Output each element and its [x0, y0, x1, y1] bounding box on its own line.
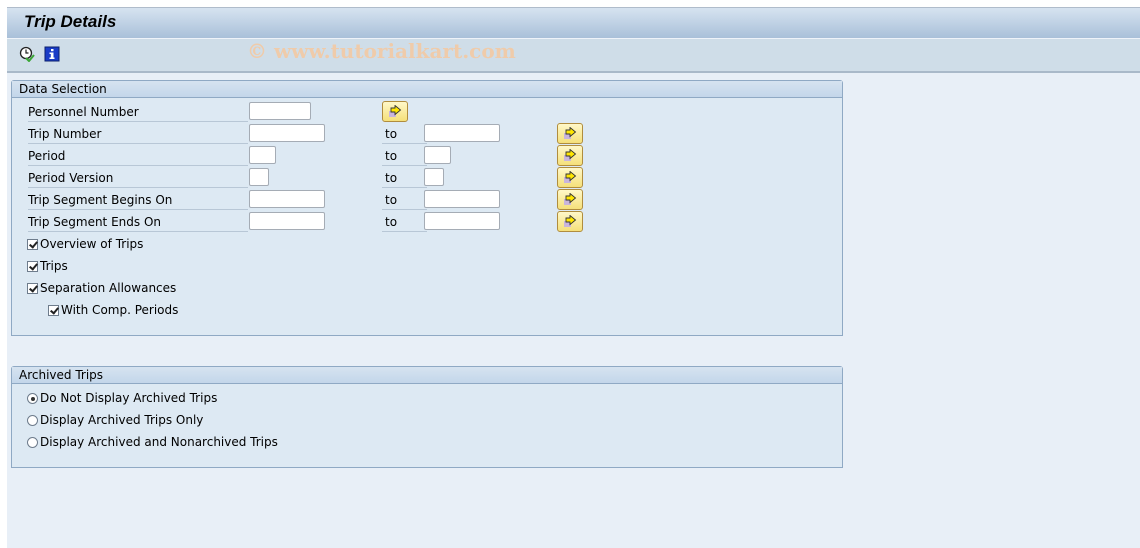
segment-begins-from-input[interactable] [249, 190, 325, 208]
radio-selected-icon[interactable] [27, 393, 38, 404]
to-label: to [382, 169, 427, 188]
period-to-input[interactable] [424, 146, 451, 164]
to-label: to [382, 191, 427, 210]
personnel-number-input[interactable] [249, 102, 311, 120]
radio-unselected-icon[interactable] [27, 415, 38, 426]
info-icon[interactable] [44, 46, 60, 62]
archived-trips-header: Archived Trips [12, 367, 842, 384]
sap-window: Trip Details © www.tutorialkart.com Data… [7, 7, 1140, 548]
checkbox-checked-icon[interactable] [27, 261, 38, 272]
checkbox-label: Separation Allowances [40, 281, 177, 295]
application-toolbar: © www.tutorialkart.com [7, 39, 1140, 73]
radio-label: Do Not Display Archived Trips [40, 391, 218, 405]
to-label: to [382, 125, 427, 144]
period-version-from-input[interactable] [249, 168, 269, 186]
multiple-selection-button[interactable] [557, 123, 583, 144]
watermark: © www.tutorialkart.com [247, 39, 516, 63]
execute-clock-icon[interactable] [19, 46, 35, 63]
title-bar: Trip Details [7, 7, 1140, 39]
segment-begins-to-input[interactable] [424, 190, 500, 208]
field-row-trip-number: Trip Number to [12, 123, 842, 145]
field-label: Period Version [28, 169, 248, 188]
checkbox-label: With Comp. Periods [61, 303, 179, 317]
checkbox-checked-icon[interactable] [48, 305, 59, 316]
checkbox-trips[interactable]: Trips [27, 257, 68, 275]
multiple-selection-button[interactable] [557, 211, 583, 232]
radio-label: Display Archived and Nonarchived Trips [40, 435, 278, 449]
arrow-right-icon [564, 149, 577, 161]
checkbox-with-comp-periods[interactable]: With Comp. Periods [48, 301, 178, 319]
field-row-personnel-number: Personnel Number [12, 101, 842, 123]
period-version-to-input[interactable] [424, 168, 444, 186]
segment-ends-to-input[interactable] [424, 212, 500, 230]
to-label: to [382, 213, 427, 232]
multiple-selection-button[interactable] [557, 189, 583, 210]
trip-number-from-input[interactable] [249, 124, 325, 142]
field-row-period-version: Period Version to [12, 167, 842, 189]
archived-trips-group: Archived Trips Do Not Display Archived T… [11, 366, 843, 468]
field-label: Personnel Number [28, 103, 248, 122]
arrow-right-icon [564, 193, 577, 205]
field-row-trip-segment-ends-on: Trip Segment Ends On to [12, 211, 842, 233]
field-label: Period [28, 147, 248, 166]
data-selection-group: Data Selection Personnel Number Trip Num… [11, 80, 843, 336]
checkbox-checked-icon[interactable] [27, 283, 38, 294]
radio-display-archived-and-nonarchived[interactable]: Display Archived and Nonarchived Trips [27, 433, 278, 451]
page-title: Trip Details [24, 12, 117, 31]
field-row-period: Period to [12, 145, 842, 167]
segment-ends-from-input[interactable] [249, 212, 325, 230]
multiple-selection-button[interactable] [382, 101, 408, 122]
field-label: Trip Segment Ends On [28, 213, 248, 232]
checkbox-separation-allowances[interactable]: Separation Allowances [27, 279, 176, 297]
arrow-right-icon [564, 215, 577, 227]
radio-display-archived-only[interactable]: Display Archived Trips Only [27, 411, 203, 429]
arrow-right-icon [564, 127, 577, 139]
field-label: Trip Number [28, 125, 248, 144]
to-label: to [382, 147, 427, 166]
checkbox-label: Overview of Trips [40, 237, 144, 251]
arrow-right-icon [389, 105, 402, 117]
arrow-right-icon [564, 171, 577, 183]
field-row-trip-segment-begins-on: Trip Segment Begins On to [12, 189, 842, 211]
radio-do-not-display-archived[interactable]: Do Not Display Archived Trips [27, 389, 217, 407]
multiple-selection-button[interactable] [557, 167, 583, 188]
checkbox-checked-icon[interactable] [27, 239, 38, 250]
data-selection-header: Data Selection [12, 81, 842, 98]
radio-label: Display Archived Trips Only [40, 413, 204, 427]
trip-number-to-input[interactable] [424, 124, 500, 142]
checkbox-label: Trips [40, 259, 68, 273]
checkbox-overview-of-trips[interactable]: Overview of Trips [27, 235, 143, 253]
field-label: Trip Segment Begins On [28, 191, 248, 210]
period-from-input[interactable] [249, 146, 276, 164]
radio-unselected-icon[interactable] [27, 437, 38, 448]
multiple-selection-button[interactable] [557, 145, 583, 166]
